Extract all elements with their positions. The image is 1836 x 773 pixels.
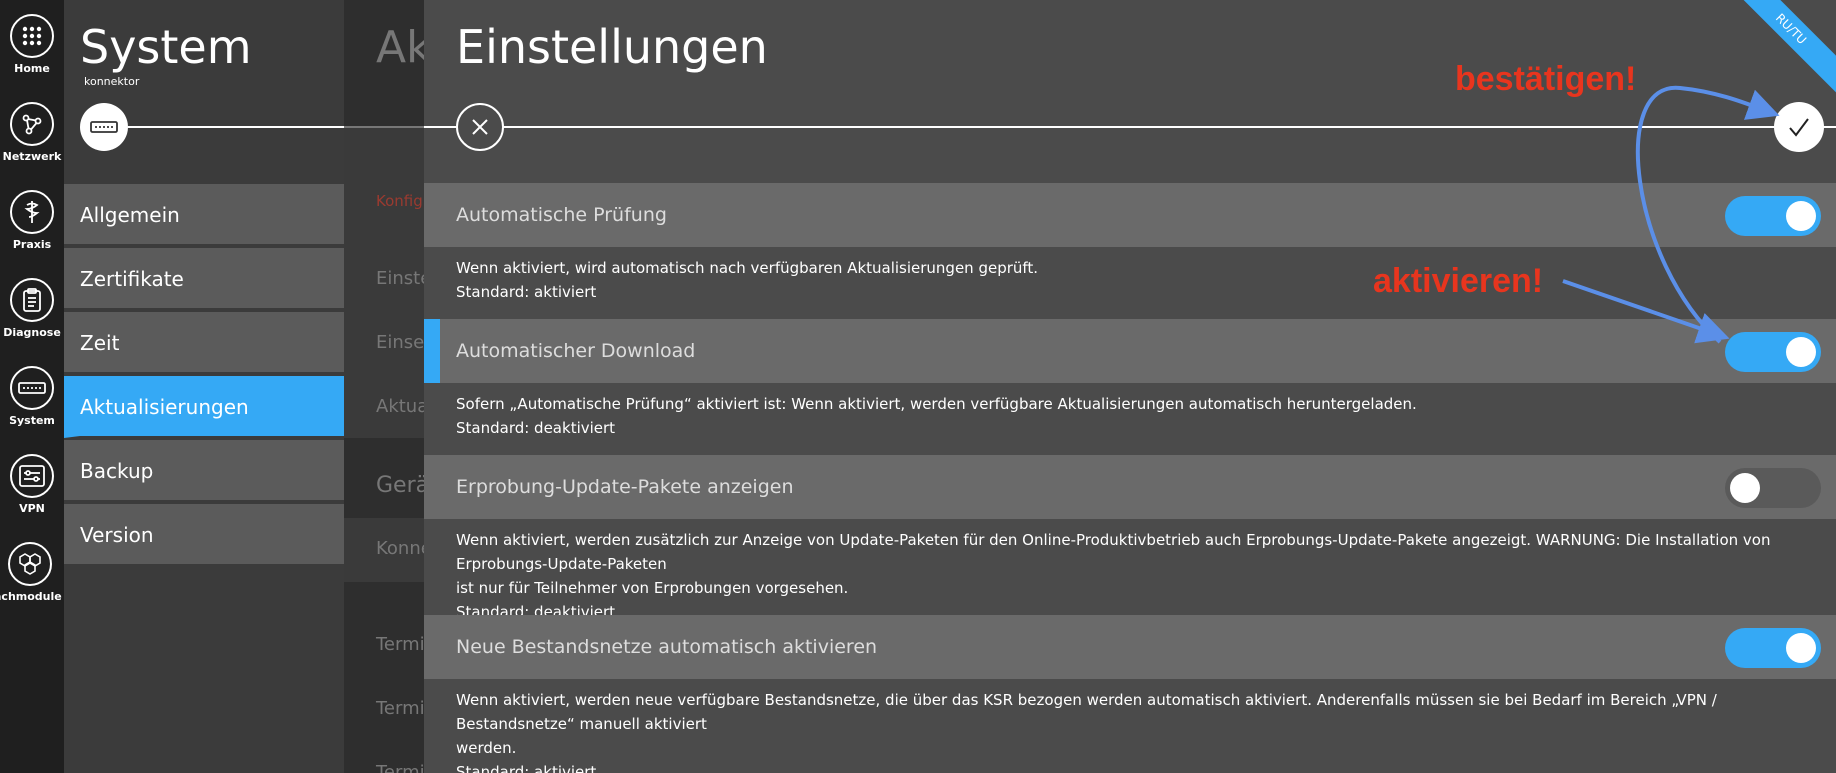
rail-label-home: Home xyxy=(14,62,50,75)
description-line: ist nur für Teilnehmer von Erprobungen v… xyxy=(456,579,849,597)
system-title: System xyxy=(80,20,252,74)
dimmed-row: Termi xyxy=(376,762,424,773)
dimmed-group-title: Gerä xyxy=(376,473,424,498)
nav-item-allgemein[interactable]: Allgemein xyxy=(64,184,344,246)
rail-item-praxis[interactable]: Praxis xyxy=(0,190,64,251)
setting-description: Sofern „Automatische Prüfung“ aktiviert … xyxy=(456,392,1816,440)
dimmed-row: Einsel xyxy=(376,332,424,353)
description-line: Wenn aktiviert, werden neue verfügbare B… xyxy=(456,691,1717,733)
nav-item-zertifikate[interactable]: Zertifikate xyxy=(64,248,344,310)
clipboard-icon xyxy=(10,278,54,322)
system-divider xyxy=(128,126,344,128)
panel-divider xyxy=(424,126,1836,128)
dimmed-update-panel: Ak Konfigu Einste Einsel Aktua Gerä Konn… xyxy=(344,0,424,773)
toggle-knob xyxy=(1786,337,1816,367)
nav-item-zeit[interactable]: Zeit xyxy=(64,312,344,374)
setting-description: Wenn aktiviert, werden zusätzlich zur An… xyxy=(456,528,1816,624)
annotation-confirm: bestätigen! xyxy=(1455,60,1637,98)
annotation-activate: aktivieren! xyxy=(1373,262,1544,300)
grid-icon xyxy=(10,14,54,58)
dimmed-row: Aktua xyxy=(376,396,424,417)
close-button[interactable] xyxy=(456,103,504,151)
panel-title: Einstellungen xyxy=(456,20,768,74)
toggle-erprobung-update-pakete[interactable] xyxy=(1725,468,1821,508)
rail-label-praxis: Praxis xyxy=(12,238,52,251)
toggle-automatischer-download[interactable] xyxy=(1725,332,1821,372)
settings-panel: Einstellungen RU/TU Automatische Prüfung… xyxy=(424,0,1836,773)
connector-device-icon xyxy=(80,103,128,151)
rail-label-fachmodule: achmodule xyxy=(0,590,62,603)
description-line: Wenn aktiviert, wird automatisch nach ve… xyxy=(456,259,1039,277)
setting-label: Erprobung-Update-Pakete anzeigen xyxy=(456,476,794,498)
connector-device-icon xyxy=(10,366,54,410)
dimmed-row: Termi xyxy=(376,634,424,655)
rail-item-netzwerk[interactable]: Netzwerk xyxy=(0,102,64,163)
setting-label: Automatische Prüfung xyxy=(456,204,667,226)
setting-erprobung-update-pakete: Erprobung-Update-Pakete anzeigen xyxy=(424,455,1836,519)
description-default: Standard: deaktiviert xyxy=(456,419,616,437)
description-default: Standard: aktiviert xyxy=(456,283,597,301)
setting-neue-bestandsnetze: Neue Bestandsnetze automatisch aktiviere… xyxy=(424,615,1836,679)
description-line: Wenn aktiviert, werden zusätzlich zur An… xyxy=(456,531,1771,573)
nav-item-aktualisierungen[interactable]: Aktualisierungen xyxy=(64,376,344,438)
rail-item-home[interactable]: Home xyxy=(0,14,64,75)
setting-label: Neue Bestandsnetze automatisch aktiviere… xyxy=(456,636,878,658)
rail-label-netzwerk: Netzwerk xyxy=(2,150,62,163)
nav-item-version[interactable]: Version xyxy=(64,504,344,566)
setting-description: Wenn aktiviert, werden neue verfügbare B… xyxy=(456,688,1816,773)
dimmed-row: Termi xyxy=(376,698,424,719)
nav-item-backup[interactable]: Backup xyxy=(64,440,344,502)
caduceus-icon xyxy=(10,190,54,234)
check-icon xyxy=(1789,118,1809,137)
setting-label: Automatischer Download xyxy=(456,340,696,362)
description-line: werden. xyxy=(456,739,517,757)
confirm-button[interactable] xyxy=(1774,102,1824,152)
description-line: Sofern „Automatische Prüfung“ aktiviert … xyxy=(456,395,1417,413)
rail-label-diagnose: Diagnose xyxy=(3,326,61,339)
toggle-knob xyxy=(1786,201,1816,231)
rail-item-fachmodule[interactable]: achmodule xyxy=(0,542,62,603)
rail-item-system[interactable]: System xyxy=(0,366,64,427)
dimmed-section-label: Konfigu xyxy=(376,192,424,210)
rail-item-vpn[interactable]: VPN xyxy=(0,454,64,515)
network-icon xyxy=(10,102,54,146)
dimmed-row: Einste xyxy=(376,268,424,289)
rail-label-vpn: VPN xyxy=(19,502,45,515)
description-default: Standard: aktiviert xyxy=(456,763,597,773)
setting-automatische-pruefung: Automatische Prüfung xyxy=(424,183,1836,247)
role-ribbon: RU/TU xyxy=(1721,0,1836,99)
toggle-knob xyxy=(1730,473,1760,503)
toggle-automatische-pruefung[interactable] xyxy=(1725,196,1821,236)
system-nav: System konnektor Allgemein Zertifikate Z… xyxy=(64,0,344,773)
toggle-neue-bestandsnetze[interactable] xyxy=(1725,628,1821,668)
system-subtitle: konnektor xyxy=(84,75,140,88)
vpn-sliders-icon xyxy=(10,454,54,498)
rail-item-diagnose[interactable]: Diagnose xyxy=(0,278,64,339)
icon-rail: Home Netzwerk Praxis Diagnose System VPN… xyxy=(0,0,64,773)
hexagons-icon xyxy=(8,542,52,586)
focus-marker xyxy=(424,319,440,383)
toggle-knob xyxy=(1786,633,1816,663)
dimmed-title: Ak xyxy=(376,22,424,73)
rail-label-system: System xyxy=(9,414,55,427)
dimmed-row: Konne xyxy=(376,538,424,559)
close-icon xyxy=(472,119,488,135)
setting-automatischer-download: Automatischer Download xyxy=(424,319,1836,383)
setting-description: Wenn aktiviert, wird automatisch nach ve… xyxy=(456,256,1816,304)
